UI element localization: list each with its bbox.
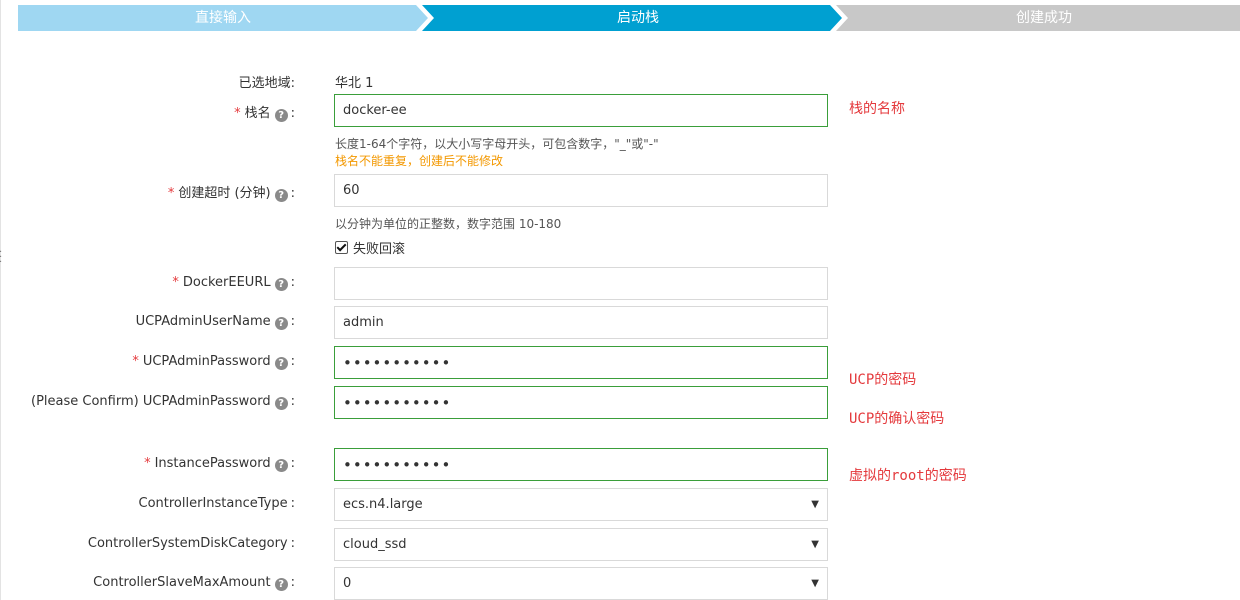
ucp-admin-username-label-text: UCPAdminUserName [135,314,271,329]
caret-down-icon[interactable]: ▼ [811,568,819,599]
docker-ee-url-label-text: DockerEEURL [182,275,271,290]
timeout-input[interactable] [335,175,827,206]
stack-name-label-text: 栈名 [244,106,271,121]
ucp-admin-password-field[interactable] [334,346,828,379]
controller-system-disk-category-select[interactable]: ▼ [334,528,828,561]
ucp-admin-password-label: * UCPAdminPassword?: [132,354,295,370]
ucp-admin-password-confirm-label-text: (Please Confirm) UCPAdminPassword [31,394,271,409]
resize-handle-icon[interactable]: ··· [0,248,3,270]
caret-down-icon[interactable]: ▼ [811,489,819,520]
instance-password-field[interactable] [334,448,828,481]
docker-ee-url-field[interactable] [334,267,828,300]
question-circle-icon[interactable]: ? [274,459,288,472]
instance-password-annotation: 虚拟的root的密码 [849,468,967,484]
question-circle-icon[interactable]: ? [274,109,288,122]
region-label: 已选地域: [238,76,295,91]
left-border [0,0,1,600]
controller-slave-max-amount-select[interactable]: ▼ [334,567,828,600]
timeout-hint: 以分钟为单位的正整数，数字范围 10-180 [335,217,562,231]
controller-instance-type-value[interactable] [335,489,827,520]
ucp-admin-password-label-text: UCPAdminPassword [142,354,271,369]
instance-password-input[interactable] [335,449,827,480]
ucp-admin-password-confirm-field[interactable] [334,386,828,419]
docker-ee-url-label: * DockerEEURL?: [172,275,295,291]
label-colon: : [290,496,295,511]
question-circle-icon[interactable]: ? [274,317,288,330]
label-colon: : [290,275,295,290]
controller-instance-type-select[interactable]: ▼ [334,488,828,521]
required-marker: * [234,106,241,121]
label-colon: : [290,536,295,551]
stack-name-input[interactable] [335,95,827,126]
required-marker: * [144,456,151,471]
question-circle-icon[interactable]: ? [274,357,288,370]
controller-slave-max-amount-value[interactable] [335,568,827,599]
region-value: 华北 1 [335,76,374,91]
ucp-admin-password-confirm-input[interactable] [335,387,827,418]
question-circle-icon[interactable]: ? [274,397,288,410]
question-circle-icon[interactable]: ? [274,578,288,591]
controller-instance-type-label: ControllerInstanceType: [139,496,296,511]
ucp-admin-password-confirm-label: (Please Confirm) UCPAdminPassword?: [31,394,295,410]
controller-system-disk-category-value[interactable] [335,529,827,560]
label-colon: : [290,354,295,369]
label-colon: : [290,456,295,471]
progress-steps: 直接输入 启动栈 创建成功 [18,5,1240,31]
label-colon: : [290,186,295,201]
ucp-admin-password-confirm-annotation: UCP的确认密码 [849,411,945,427]
stack-name-label: * 栈名?: [234,102,295,122]
question-circle-icon[interactable]: ? [274,189,288,202]
timeout-label: * 创建超时 (分钟)?: [168,182,295,202]
step-1-label: 直接输入 [195,10,251,26]
ucp-admin-password-input[interactable] [335,347,827,378]
controller-system-disk-category-label: ControllerSystemDiskCategory: [88,536,295,551]
label-colon: : [290,575,295,590]
stack-name-hint: 长度1-64个字符，以大小写字母开头，可包含数字，"_"或"-" [335,137,659,151]
stack-name-field[interactable] [334,94,828,127]
timeout-field[interactable] [334,174,828,207]
ucp-admin-username-field[interactable] [334,306,828,339]
question-circle-icon[interactable]: ? [274,278,288,291]
controller-slave-max-amount-label-text: ControllerSlaveMaxAmount [93,575,271,590]
step-3-label: 创建成功 [1016,10,1072,26]
ucp-admin-username-label: UCPAdminUserName?: [136,314,295,330]
rollback-checkbox-row[interactable]: 失败回滚 [335,238,405,257]
stack-name-annotation: 栈的名称 [849,101,905,117]
label-colon: : [290,314,295,329]
controller-instance-type-label-text: ControllerInstanceType [138,496,288,511]
label-colon: : [290,106,295,121]
controller-slave-max-amount-label: ControllerSlaveMaxAmount?: [93,575,295,591]
caret-down-icon[interactable]: ▼ [811,529,819,560]
controller-system-disk-category-label-text: ControllerSystemDiskCategory [87,536,288,551]
instance-password-label-text: InstancePassword [154,456,271,471]
ucp-admin-username-input[interactable] [335,307,827,338]
required-marker: * [172,275,179,290]
required-marker: * [167,186,175,201]
docker-ee-url-input[interactable] [335,268,827,299]
timeout-label-text: 创建超时 (分钟) [178,186,271,201]
label-colon: : [290,394,295,409]
ucp-admin-password-annotation: UCP的密码 [849,372,917,388]
stack-name-warning: 栈名不能重复，创建后不能修改 [335,154,504,168]
step-2-label: 启动栈 [617,10,659,26]
checkmark-icon[interactable] [335,241,348,254]
rollback-label: 失败回滚 [353,242,406,257]
required-marker: * [132,354,139,369]
instance-password-label: * InstancePassword?: [144,456,295,472]
